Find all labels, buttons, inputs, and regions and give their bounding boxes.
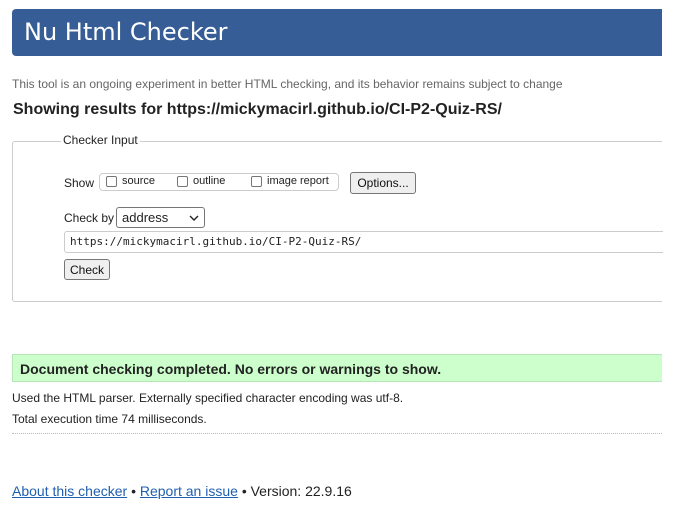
footer-separator: •	[241, 483, 247, 499]
checker-input-fieldset: Checker Input Show source outline image …	[12, 133, 663, 302]
check-by-label: Check by	[64, 211, 115, 225]
result-message-box: Document checking completed. No errors o…	[12, 354, 662, 382]
footer: About this checker • Report an issue • V…	[12, 483, 352, 499]
header-banner: Nu Html Checker	[12, 9, 662, 56]
chevron-down-icon	[189, 209, 199, 230]
tagline: This tool is an ongoing experiment in be…	[12, 77, 563, 91]
check-button[interactable]: Check	[64, 259, 110, 280]
check-by-value: address	[122, 210, 169, 225]
about-link[interactable]: About this checker	[12, 483, 127, 499]
parser-info: Used the HTML parser. Externally specifi…	[12, 391, 404, 405]
image-report-label: image report	[267, 175, 329, 187]
divider	[12, 433, 662, 434]
footer-separator: •	[131, 483, 136, 499]
execution-time: Total execution time 74 milliseconds.	[12, 412, 207, 426]
fieldset-legend: Checker Input	[61, 133, 140, 147]
options-button[interactable]: Options...	[350, 172, 416, 194]
source-checkbox[interactable]	[106, 175, 117, 187]
result-message: Document checking completed. No errors o…	[20, 361, 442, 377]
version-text: Version: 22.9.16	[250, 483, 352, 499]
outline-option[interactable]: outline	[177, 175, 225, 187]
show-label: Show	[64, 176, 95, 190]
source-label: source	[122, 175, 156, 187]
url-input[interactable]: https://mickymacirl.github.io/CI-P2-Quiz…	[64, 231, 663, 253]
check-by-select[interactable]: address	[116, 207, 205, 228]
results-heading: Showing results for https://mickymacirl.…	[13, 101, 502, 118]
outline-checkbox[interactable]	[177, 175, 188, 187]
outline-label: outline	[193, 175, 226, 187]
report-issue-link[interactable]: Report an issue	[140, 483, 238, 499]
page-title: Nu Html Checker	[24, 18, 228, 46]
image-report-option[interactable]: image report	[251, 175, 329, 187]
show-options-group: source outline image report	[99, 173, 339, 191]
source-option[interactable]: source	[106, 175, 155, 187]
image-report-checkbox[interactable]	[251, 175, 262, 187]
